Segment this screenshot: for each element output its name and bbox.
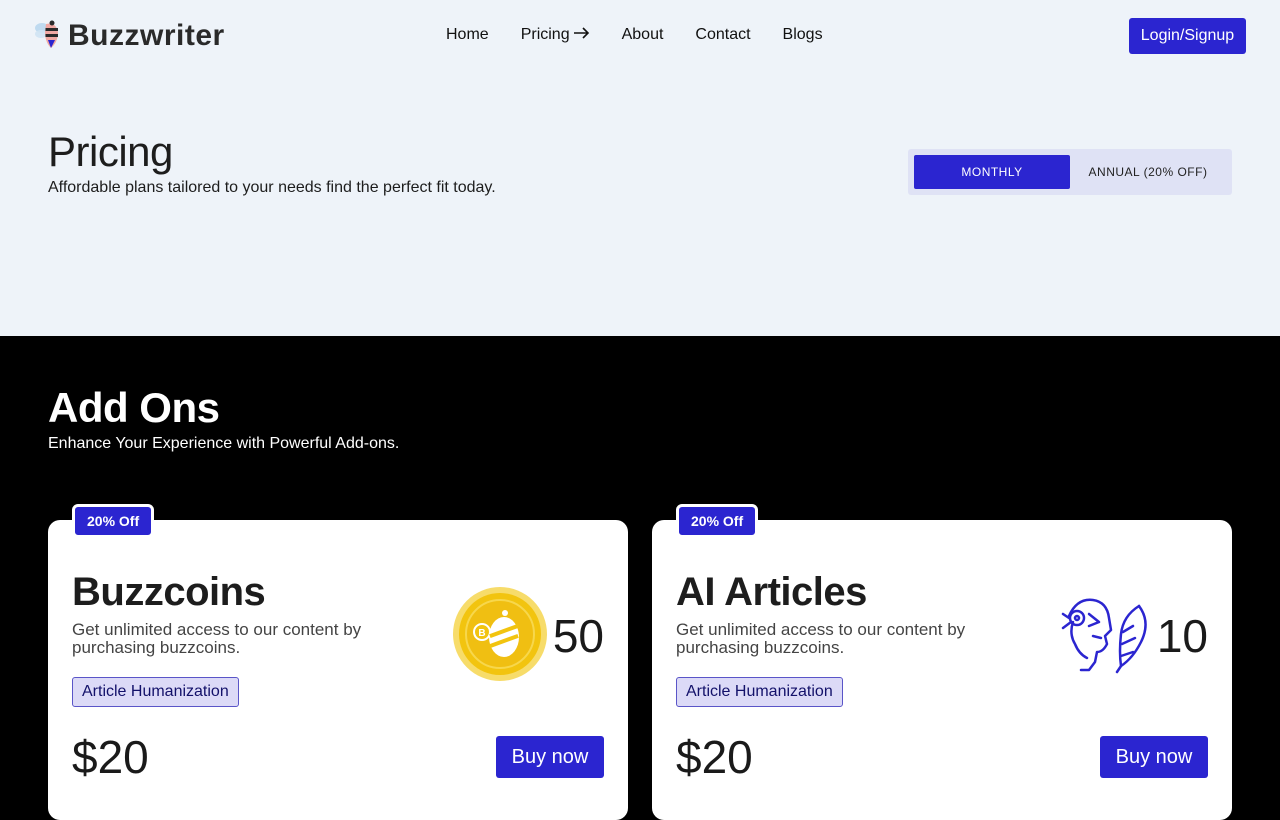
nav-link-contact[interactable]: Contact: [695, 26, 750, 44]
nav-link-home-label: Home: [446, 26, 489, 43]
arrow-right-icon: [573, 26, 590, 44]
svg-text:B: B: [478, 628, 485, 639]
addon-card-ai-articles: 20% Off AI Articles Get unlimited access…: [652, 504, 1232, 820]
page-title: Pricing: [48, 128, 173, 175]
bee-icon: [34, 18, 64, 55]
feature-tag: Article Humanization: [72, 677, 239, 707]
login-signup-button[interactable]: Login/Signup: [1129, 18, 1246, 54]
card-visual: 10: [1059, 586, 1208, 686]
brand-name: Buzzwriter: [68, 19, 225, 52]
toggle-monthly[interactable]: MONTHLY: [914, 155, 1070, 189]
nav-link-blogs[interactable]: Blogs: [783, 26, 823, 44]
card-description: Get unlimited access to our content by p…: [676, 620, 966, 657]
card-visual: B 50: [451, 586, 604, 686]
toggle-annual[interactable]: ANNUAL (20% OFF): [1070, 155, 1226, 189]
discount-badge: 20% Off: [72, 504, 155, 538]
nav-link-pricing[interactable]: Pricing: [521, 26, 590, 44]
feature-tag: Article Humanization: [676, 677, 843, 707]
nav-link-pricing-label: Pricing: [520, 26, 570, 43]
addons-subtitle: Enhance Your Experience with Powerful Ad…: [48, 435, 400, 452]
addons-title: Add Ons: [48, 384, 220, 431]
card-title: AI Articles: [676, 570, 867, 614]
nav-link-blogs-label: Blogs: [782, 26, 823, 43]
ai-writer-icon: [1059, 592, 1153, 681]
nav-links: Home Pricing About Contact Blogs: [446, 26, 855, 44]
nav-link-home[interactable]: Home: [446, 26, 489, 44]
addon-card-buzzcoins: 20% Off Buzzcoins Get unlimited access t…: [48, 504, 628, 820]
buy-now-button[interactable]: Buy now: [1100, 736, 1208, 778]
card-price: $20: [676, 731, 753, 783]
card-title: Buzzcoins: [72, 570, 266, 614]
buy-now-button[interactable]: Buy now: [496, 736, 604, 778]
pricing-hero: Buzzwriter Home Pricing About Contact Bl…: [0, 0, 1280, 336]
buzzcoin-icon: B: [451, 585, 549, 688]
nav-link-contact-label: Contact: [695, 26, 751, 43]
billing-period-toggle: MONTHLY ANNUAL (20% OFF): [908, 149, 1232, 195]
discount-badge: 20% Off: [676, 504, 759, 538]
card-price: $20: [72, 731, 149, 783]
page-subtitle: Affordable plans tailored to your needs …: [48, 179, 496, 196]
navbar: Buzzwriter Home Pricing About Contact Bl…: [0, 0, 1280, 72]
brand-logo[interactable]: Buzzwriter: [34, 18, 225, 54]
card-quantity: 10: [1156, 610, 1208, 662]
card-quantity: 50: [552, 610, 604, 662]
nav-link-about-label: About: [621, 26, 664, 43]
card-description: Get unlimited access to our content by p…: [72, 620, 362, 657]
nav-link-about[interactable]: About: [622, 26, 664, 44]
